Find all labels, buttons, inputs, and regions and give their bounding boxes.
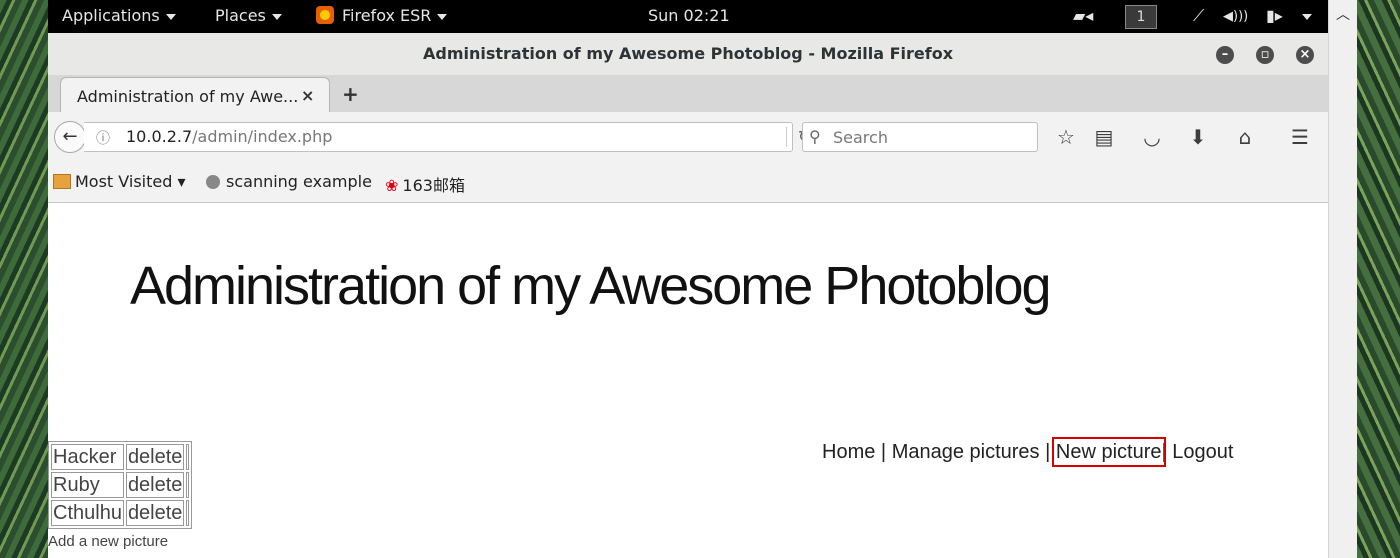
new-tab-button[interactable]: + <box>342 82 359 106</box>
search-icon: ⚲ <box>809 127 821 146</box>
clock[interactable]: Sun 02:21 <box>648 6 730 25</box>
empty-cell <box>186 444 190 470</box>
nav-logout-link[interactable]: Logout <box>1172 441 1233 463</box>
desktop-wallpaper <box>0 0 48 558</box>
chevron-down-icon <box>271 13 282 20</box>
navigation-toolbar: ← ⓘ 10.0.2.7/admin/index.php ↻ ⚲ ☆ ▤ ◡ ⬇… <box>48 112 1328 162</box>
bookmark-label: Most Visited ▾ <box>75 172 186 191</box>
system-menu[interactable] <box>1296 6 1312 25</box>
search-bar[interactable]: ⚲ <box>802 122 1038 152</box>
bookmarks-toolbar: Most Visited ▾ scanning example ❀ 163邮箱 <box>48 162 1328 203</box>
reading-list-icon[interactable]: ▤ <box>1092 125 1116 149</box>
bookmark-label: 163邮箱 <box>402 176 465 195</box>
chevron-down-icon <box>437 13 448 20</box>
bookmark-most-visited[interactable]: Most Visited ▾ <box>53 172 186 191</box>
page-title: Administration of my Awesome Photoblog <box>130 256 1052 316</box>
places-label: Places <box>215 6 266 25</box>
pictures-table: Hacker delete Ruby delete Cthulhu delete <box>48 441 193 529</box>
top-panel: Applications Places Firefox ESR Sun 02:2… <box>48 0 1328 33</box>
window-title: Administration of my Awesome Photoblog -… <box>422 44 954 63</box>
info-icon[interactable]: ⓘ <box>96 128 110 148</box>
delete-link[interactable]: delete <box>128 502 183 524</box>
nav-manage-pictures-link[interactable]: Manage pictures <box>892 441 1040 463</box>
bookmark-scanning-example[interactable]: scanning example <box>206 172 372 191</box>
scroll-up-icon[interactable]: ︿ <box>1329 4 1357 26</box>
nav-separator: | <box>1045 441 1051 463</box>
download-icon[interactable]: ⬇ <box>1186 125 1210 149</box>
bookmark-star-icon[interactable]: ☆ <box>1054 125 1078 149</box>
url-path: /admin/index.php <box>192 127 333 146</box>
applications-menu[interactable]: Applications <box>62 6 176 25</box>
delete-cell: delete <box>125 472 185 498</box>
volume-icon[interactable]: ◀))) <box>1223 9 1248 24</box>
folder-icon <box>53 174 71 189</box>
delete-link[interactable]: delete <box>128 446 183 468</box>
close-icon[interactable]: × <box>301 86 314 105</box>
search-input[interactable] <box>831 126 1031 148</box>
add-picture-link[interactable]: Add a new picture <box>48 533 168 550</box>
picture-name: Hacker <box>51 444 124 470</box>
pocket-icon[interactable]: ◡ <box>1140 125 1164 149</box>
table-row: Hacker delete <box>51 444 190 470</box>
desktop-wallpaper <box>1356 0 1400 558</box>
empty-cell <box>186 500 190 526</box>
nav-home-link[interactable]: Home <box>822 441 875 463</box>
minimize-button[interactable]: – <box>1216 46 1234 64</box>
nav-separator: | <box>1161 441 1167 463</box>
chevron-down-icon <box>1302 13 1312 20</box>
home-icon[interactable]: ⌂ <box>1233 125 1257 149</box>
window-titlebar[interactable]: Administration of my Awesome Photoblog -… <box>48 33 1328 76</box>
empty-cell <box>186 472 190 498</box>
bookmark-163[interactable]: ❀ 163邮箱 <box>385 172 465 196</box>
tab-label: Administration of my Awe... <box>77 87 299 106</box>
delete-cell: delete <box>125 500 185 526</box>
maximize-button[interactable]: ▫ <box>1256 46 1274 64</box>
camera-icon[interactable]: ▰◂ <box>1073 6 1093 25</box>
globe-icon <box>206 175 220 189</box>
workspace-indicator[interactable]: 1 <box>1125 5 1157 29</box>
mail-163-icon: ❀ <box>385 176 399 195</box>
nav-separator: | <box>880 441 887 463</box>
bookmark-label: scanning example <box>226 172 372 191</box>
table-row: Cthulhu delete <box>51 500 190 526</box>
tab-strip: Administration of my Awe... × + <box>48 75 1328 113</box>
picture-name: Cthulhu <box>51 500 124 526</box>
page-scrollbar[interactable]: ︿ <box>1328 0 1357 558</box>
firefox-icon <box>316 6 334 24</box>
url-host: 10.0.2.7 <box>126 127 193 146</box>
back-button[interactable]: ← <box>54 121 86 153</box>
active-app-label: Firefox ESR <box>342 6 432 25</box>
places-menu[interactable]: Places <box>215 6 282 25</box>
close-button[interactable]: × <box>1296 46 1314 64</box>
menu-icon[interactable]: ☰ <box>1288 125 1312 149</box>
url-divider <box>786 127 787 147</box>
power-icon[interactable]: ▮▸ <box>1266 6 1283 25</box>
page-content: Administration of my Awesome Photoblog H… <box>48 203 1328 558</box>
clock-label: Sun 02:21 <box>648 6 730 25</box>
nav-new-picture-link[interactable]: New picture <box>1051 437 1166 467</box>
applications-label: Applications <box>62 6 160 25</box>
chevron-down-icon <box>165 13 176 20</box>
site-nav: Home | Manage pictures | New picture| Lo… <box>822 437 1233 467</box>
table-row: Ruby delete <box>51 472 190 498</box>
url-text: 10.0.2.7/admin/index.php <box>126 127 332 146</box>
url-bar[interactable]: ⓘ 10.0.2.7/admin/index.php ↻ <box>84 122 811 152</box>
tab-admin[interactable]: Administration of my Awe... × <box>60 77 330 113</box>
delete-cell: delete <box>125 444 185 470</box>
picture-name: Ruby <box>51 472 124 498</box>
network-icon[interactable]: ⟋ <box>1193 6 1204 26</box>
active-app-menu[interactable]: Firefox ESR <box>316 6 448 25</box>
delete-link[interactable]: delete <box>128 474 183 496</box>
